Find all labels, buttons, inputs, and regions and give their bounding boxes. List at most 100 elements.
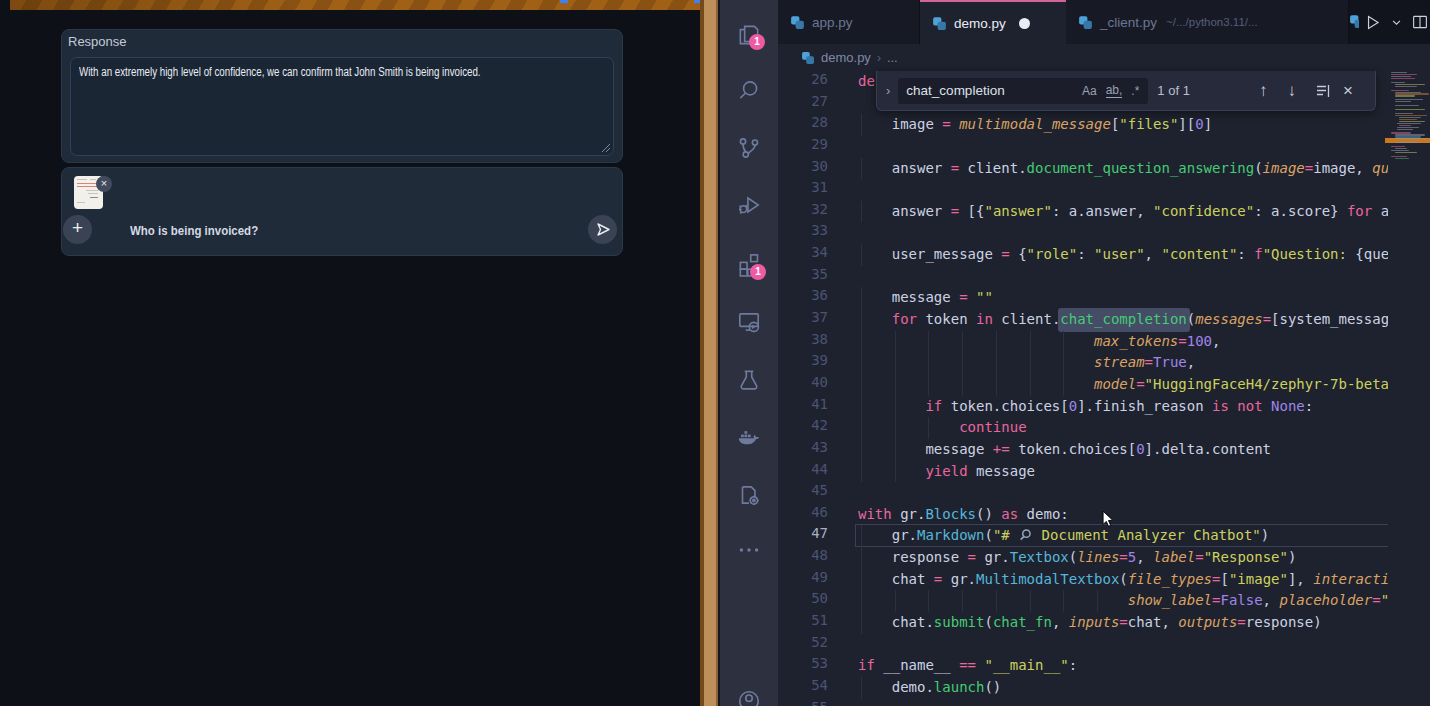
run-dropdown-chevron[interactable] [1391,17,1402,28]
code-line[interactable]: message = "" [858,287,993,309]
line-number[interactable]: 31 [778,179,828,195]
line-number[interactable]: 41 [778,396,828,412]
code-line[interactable]: with gr.Blocks() as demo: [858,504,1069,526]
breadcrumb-symbol[interactable]: ... [887,50,898,65]
line-number[interactable]: 34 [778,244,828,260]
chat-input-text[interactable]: Who is being invoiced? [130,223,258,238]
line-number[interactable]: 52 [778,634,828,650]
code-line[interactable]: continue [858,417,1027,439]
code-line[interactable]: message += token.choices[0].delta.conten… [858,439,1271,461]
tab-client-py[interactable]: _client.py ~/.../python3.11/... [1066,0,1349,44]
run-button[interactable] [1363,13,1382,32]
extensions-icon[interactable]: 1 [736,251,762,277]
line-number[interactable]: 39 [778,352,828,368]
find-query-text: chat_completion [906,83,1082,98]
find-match-count: 1 of 1 [1157,83,1190,98]
breadcrumb-file[interactable]: demo.py [821,50,871,65]
regex-toggle[interactable]: .* [1131,84,1139,98]
search-icon[interactable] [736,77,762,103]
find-in-selection-icon[interactable] [1315,83,1331,99]
python-icon [801,51,815,65]
line-number[interactable]: 50 [778,590,828,606]
code-line[interactable]: user_message = {"role": "user", "content… [858,244,1388,266]
code-line[interactable]: yield message [858,461,1035,483]
modified-dot[interactable] [1019,18,1030,29]
code-line[interactable]: max_tokens=100, [858,331,1220,353]
code-line[interactable]: response = gr.Textbox(lines=5, label="Re… [858,547,1296,569]
find-next-button[interactable]: ↓ [1287,81,1296,101]
breadcrumb[interactable]: demo.py › ... [778,44,1430,71]
code-line[interactable]: for token in client.chat_completion(mess… [858,309,1388,331]
line-number[interactable]: 55 [778,699,828,706]
code-line[interactable]: if token.choices[0].finish_reason is not… [858,396,1313,418]
code-line[interactable]: chat = gr.MultimodalTextbox(file_types=[… [858,569,1388,591]
line-number[interactable]: 40 [778,374,828,390]
line-number[interactable]: 37 [778,309,828,325]
remove-attachment-button[interactable]: × [96,176,112,192]
tab-demo-py[interactable]: demo.py [920,0,1066,44]
testing-icon[interactable] [736,367,762,393]
line-number[interactable]: 47 [778,525,828,541]
docker-icon[interactable] [736,424,762,450]
line-number[interactable]: 32 [778,201,828,217]
find-previous-button[interactable]: ↑ [1259,81,1268,101]
whole-word-toggle[interactable]: ab, [1106,83,1123,98]
minimap[interactable] [1389,71,1430,706]
mouse-cursor [1100,509,1117,529]
code-area[interactable]: 26 27 28 29 30 31 32 33 34 35 36 37 38 39 40 41 42 43 44 45… [778,71,1430,706]
remote-explorer-icon[interactable] [736,309,762,335]
indent-guide [861,374,862,396]
find-close-button[interactable]: × [1343,81,1353,101]
line-number[interactable]: 33 [778,222,828,238]
code-line[interactable]: model="HuggingFaceH4/zephyr-7b-beta", [858,374,1388,396]
line-number[interactable]: 45 [778,482,828,498]
find-expand-chevron[interactable]: › [886,83,890,98]
line-number[interactable]: 38 [778,331,828,347]
code-line[interactable]: chat.submit(chat_fn, inputs=chat, output… [858,612,1322,634]
code-line[interactable]: stream=True, [858,352,1195,374]
code-line[interactable]: gr.Markdown("# Document Analyzer Chatbot… [858,525,1269,547]
explorer-icon[interactable]: 1 [736,22,762,48]
account-icon[interactable] [736,688,762,706]
source-control-icon[interactable] [736,135,762,161]
line-number[interactable]: 46 [778,504,828,520]
indent-guide [1097,590,1098,612]
line-number[interactable]: 28 [778,114,828,130]
response-label: Response [68,34,127,49]
indent-guide [928,590,929,612]
dev-container-icon[interactable] [736,482,762,508]
more-actions-icon[interactable] [736,537,762,563]
code-line[interactable]: if __name__ == "__main__": [858,655,1077,677]
line-number[interactable]: 49 [778,569,828,585]
indent-guide [861,396,862,418]
indent-guide [861,569,862,591]
code-line[interactable]: image = multimodal_message["files"][0] [858,114,1212,136]
line-number[interactable]: 29 [778,136,828,152]
run-debug-icon[interactable] [736,192,762,218]
line-number[interactable]: 54 [778,677,828,693]
line-number[interactable]: 51 [778,612,828,628]
find-input[interactable]: chat_completion Aa ab, .* [898,78,1148,104]
split-editor-icon[interactable] [1411,13,1429,31]
tab-app-py[interactable]: app.py [778,0,920,44]
code-line[interactable]: demo.launch() [858,677,1001,699]
line-number[interactable]: 48 [778,547,828,563]
indent-guide [895,590,896,612]
add-attachment-button[interactable]: + [63,215,92,244]
line-number[interactable]: 36 [778,287,828,303]
code-line[interactable]: answer = client.document_question_answer… [858,158,1388,180]
line-number[interactable]: 30 [778,158,828,174]
line-number[interactable]: 53 [778,655,828,671]
resize-handle[interactable] [602,144,610,152]
line-number[interactable]: 43 [778,439,828,455]
line-number[interactable]: 27 [778,93,828,109]
line-number[interactable]: 44 [778,461,828,477]
line-number[interactable]: 35 [778,266,828,282]
line-number[interactable]: 26 [778,71,828,87]
match-case-toggle[interactable]: Aa [1082,84,1097,98]
line-number[interactable]: 42 [778,417,828,433]
send-button[interactable] [588,215,617,244]
blue-tick [560,0,568,3]
code-line[interactable]: show_label=False, placeholder="Upload an… [858,590,1388,612]
code-line[interactable]: answer = [{"answer": a.answer, "confiden… [858,201,1388,223]
